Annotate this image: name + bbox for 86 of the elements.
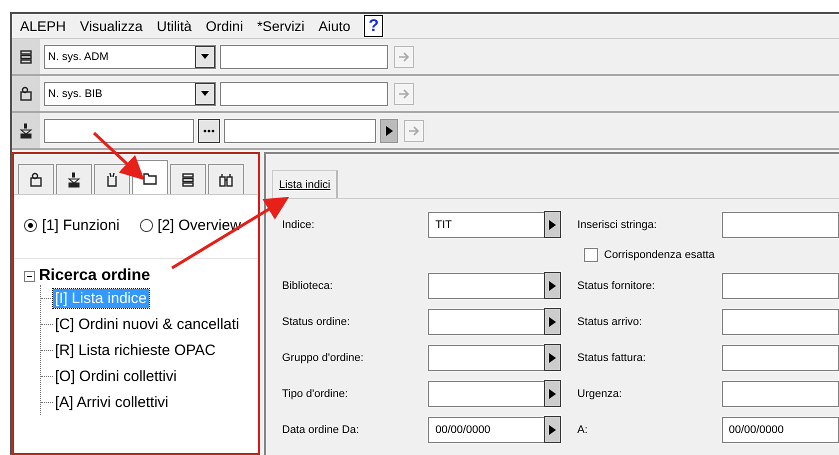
field-label: Inserisci stringa: — [577, 218, 658, 230]
stack-icon — [181, 172, 195, 188]
radio-option[interactable]: [1] Funzioni — [24, 217, 120, 234]
dropdown-caret-icon — [195, 82, 215, 104]
jar-icon — [19, 86, 33, 102]
menu-item[interactable]: Visualizza — [80, 18, 143, 34]
ellipsis-icon — [203, 128, 215, 132]
input-field[interactable]: 00/00/0000 — [722, 416, 839, 442]
panel-tab[interactable] — [94, 164, 130, 194]
dropdown-caret-icon — [195, 46, 215, 68]
right-arrow-icon — [398, 50, 410, 62]
field-label: Status fattura: — [577, 352, 647, 364]
go-button[interactable] — [394, 82, 414, 104]
input-field[interactable]: 00/00/0000 — [428, 416, 544, 442]
input-field[interactable]: TIT — [428, 212, 544, 238]
browse-button[interactable] — [198, 118, 220, 142]
input-field[interactable] — [428, 344, 544, 370]
binoculars-icon — [219, 172, 233, 188]
tree-item[interactable]: [R] Lista richieste OPAC — [53, 340, 218, 360]
field-label: A: — [577, 424, 589, 436]
radio-option[interactable]: [2] Overview — [140, 217, 241, 234]
input-field[interactable] — [722, 272, 839, 298]
help-button[interactable]: ? — [364, 15, 383, 37]
input-field[interactable] — [44, 118, 194, 142]
field-label: Gruppo d'ordine: — [282, 352, 365, 364]
tree-item[interactable]: [O] Ordini collettivi — [53, 366, 179, 386]
menu-item[interactable]: *Servizi — [257, 18, 305, 34]
play-icon — [548, 316, 556, 326]
input-field[interactable] — [220, 82, 388, 106]
dropdown[interactable]: N. sys. BIB — [44, 82, 216, 106]
menu-item[interactable]: ALEPH — [20, 18, 66, 34]
stack-icon — [19, 48, 33, 64]
input-field[interactable] — [428, 272, 544, 298]
tree-item[interactable]: [C] Ordini nuovi & cancellati — [53, 314, 242, 334]
tree-item[interactable]: [A] Arrivi collettivi — [53, 392, 170, 412]
menu-item[interactable]: Ordini — [206, 18, 244, 34]
go-button[interactable] — [394, 46, 414, 68]
tree-node[interactable]: Ricerca ordine — [39, 267, 150, 285]
play-icon — [548, 388, 556, 398]
field-label: Data ordine Da: — [282, 424, 360, 436]
input-field[interactable] — [722, 212, 839, 238]
panel-tab[interactable] — [18, 164, 54, 194]
play-icon — [548, 424, 556, 434]
field-label: Biblioteca: — [282, 280, 334, 292]
input-field[interactable] — [722, 344, 839, 370]
pick-button[interactable] — [544, 272, 562, 299]
pick-button[interactable] — [544, 308, 562, 335]
checkbox[interactable] — [584, 248, 598, 262]
panel-tab[interactable] — [170, 164, 206, 194]
input-field[interactable] — [220, 44, 388, 68]
play-icon — [548, 220, 556, 230]
play-button[interactable] — [380, 118, 398, 142]
right-arrow-icon — [408, 124, 420, 136]
input-field[interactable] — [428, 308, 544, 334]
pick-button[interactable] — [544, 211, 562, 238]
field-label: Status ordine: — [282, 316, 351, 328]
input-field[interactable] — [722, 380, 839, 406]
panel-tab[interactable] — [208, 164, 244, 194]
field-label: Status fornitore: — [577, 280, 656, 292]
right-arrow-icon — [398, 88, 410, 100]
dropdown[interactable]: N. sys. ADM — [44, 44, 216, 68]
checkbox-option[interactable]: Corrispondenza esatta — [584, 248, 715, 262]
form-tab[interactable]: Lista indici — [272, 170, 338, 198]
input-field[interactable] — [224, 118, 376, 142]
field-label: Urgenza: — [577, 388, 623, 400]
play-icon — [386, 126, 392, 136]
play-icon — [548, 352, 556, 362]
field-label: Indice: — [282, 218, 316, 230]
input-field[interactable] — [428, 380, 544, 406]
field-label: Status arrivo: — [577, 316, 644, 328]
play-icon — [548, 280, 556, 290]
pick-button[interactable] — [544, 380, 562, 407]
hourglass-icon — [19, 122, 33, 138]
input-field[interactable] — [722, 308, 839, 334]
panel-tab[interactable] — [56, 164, 92, 194]
cup-icon — [105, 172, 119, 188]
field-label: Tipo d'ordine: — [282, 388, 349, 400]
pick-button[interactable] — [544, 416, 562, 443]
hourglass-icon — [67, 172, 81, 188]
menu-item[interactable]: Utilità — [156, 18, 192, 34]
go-button[interactable] — [404, 120, 424, 142]
collapse-icon[interactable] — [24, 270, 35, 282]
pick-button[interactable] — [544, 344, 562, 371]
menu-item[interactable]: Aiuto — [318, 18, 350, 34]
annotation-arrow — [92, 132, 144, 180]
jar-icon — [29, 172, 43, 188]
